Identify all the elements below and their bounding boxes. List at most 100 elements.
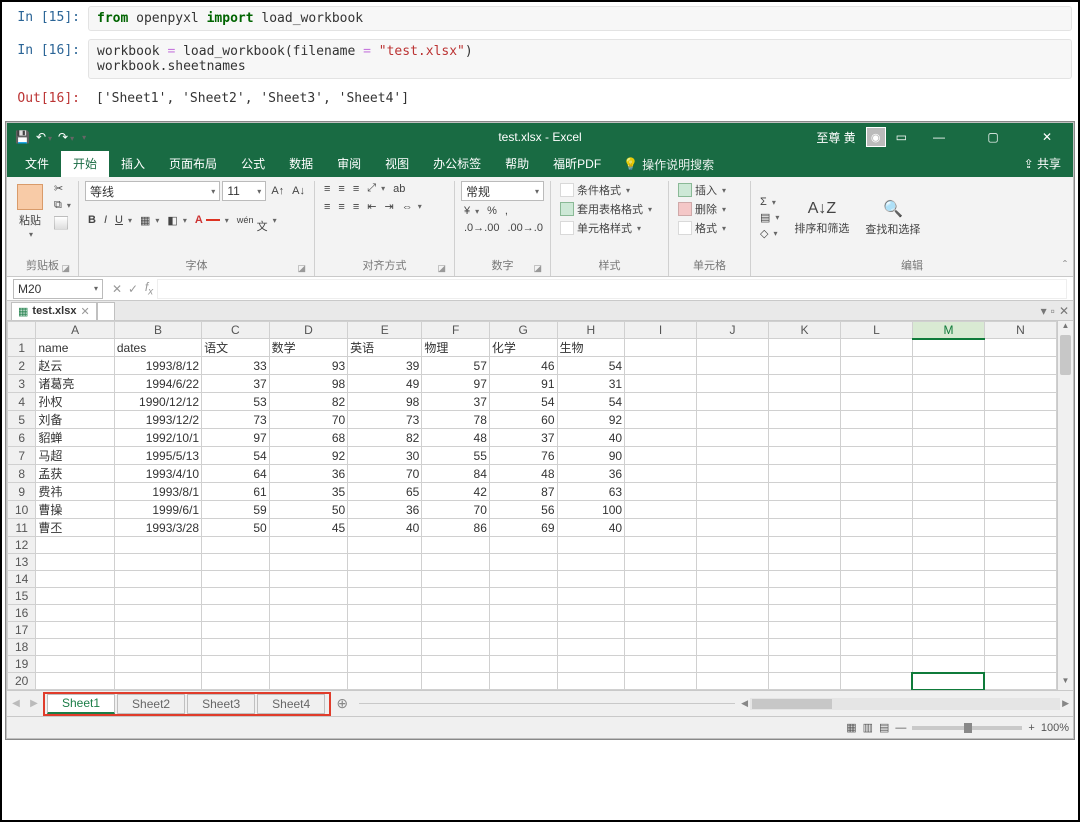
scrollbar-thumb[interactable] [1060, 335, 1071, 375]
cell[interactable]: dates [114, 339, 201, 357]
cell[interactable]: 54 [557, 357, 625, 375]
fx-icon[interactable]: fx [141, 280, 157, 297]
cell[interactable] [984, 519, 1056, 537]
column-header[interactable]: L [841, 322, 913, 339]
cell[interactable] [697, 554, 769, 571]
wrap-text-button[interactable]: ab [390, 182, 408, 196]
column-header[interactable]: B [114, 322, 201, 339]
cell[interactable] [36, 656, 115, 673]
format-painter-button[interactable] [51, 215, 74, 231]
cell[interactable]: 100 [557, 501, 625, 519]
cell[interactable] [202, 639, 270, 656]
cell[interactable]: 61 [202, 483, 270, 501]
cell[interactable] [625, 588, 697, 605]
minimize-button[interactable]: — [917, 123, 961, 151]
cell[interactable] [984, 571, 1056, 588]
cell[interactable]: 1992/10/1 [114, 429, 201, 447]
cell[interactable] [912, 622, 984, 639]
cell[interactable] [625, 357, 697, 375]
column-header[interactable]: E [348, 322, 422, 339]
cell[interactable] [422, 622, 490, 639]
column-header[interactable]: G [489, 322, 557, 339]
row-header[interactable]: 6 [8, 429, 36, 447]
tabstrip-max-icon[interactable]: ▫ [1051, 304, 1055, 318]
collapse-ribbon-icon[interactable]: ˆ [1063, 258, 1067, 272]
cell[interactable] [557, 537, 625, 554]
clipboard-launcher-icon[interactable]: ◪ [61, 263, 70, 274]
save-icon[interactable]: 💾 [15, 130, 30, 144]
cell[interactable] [625, 622, 697, 639]
cell[interactable] [625, 429, 697, 447]
cell[interactable]: 70 [269, 411, 348, 429]
cell[interactable] [912, 429, 984, 447]
cell[interactable] [769, 571, 841, 588]
cell[interactable] [625, 483, 697, 501]
cell[interactable]: 1993/12/2 [114, 411, 201, 429]
cell[interactable] [697, 656, 769, 673]
cell[interactable] [489, 639, 557, 656]
cell[interactable] [984, 339, 1056, 357]
increase-indent-button[interactable]: ⇥ [381, 199, 396, 214]
sheet-tab[interactable]: Sheet3 [187, 694, 255, 714]
row-header[interactable]: 18 [8, 639, 36, 656]
cell[interactable] [625, 605, 697, 622]
cell[interactable] [984, 501, 1056, 519]
sheet-tab[interactable]: Sheet4 [257, 694, 325, 714]
cell[interactable] [202, 673, 270, 690]
autosum-button[interactable]: Σ▾ [757, 195, 782, 209]
tab-foxit[interactable]: 福昕PDF [541, 151, 613, 177]
cell[interactable] [697, 375, 769, 393]
cell[interactable]: 53 [202, 393, 270, 411]
cell[interactable]: 63 [557, 483, 625, 501]
tabstrip-close-icon[interactable]: ✕ [1059, 304, 1069, 318]
cell[interactable] [114, 622, 201, 639]
decrease-font-button[interactable]: A↓ [289, 184, 308, 198]
cell[interactable] [841, 375, 913, 393]
cell[interactable]: 39 [348, 357, 422, 375]
cell[interactable]: 69 [489, 519, 557, 537]
cell[interactable] [769, 357, 841, 375]
cell[interactable] [912, 537, 984, 554]
formula-input[interactable] [157, 279, 1067, 299]
cell[interactable] [36, 622, 115, 639]
row-header[interactable]: 15 [8, 588, 36, 605]
cell[interactable]: 36 [348, 501, 422, 519]
cell[interactable]: 50 [202, 519, 270, 537]
cell[interactable]: 刘备 [36, 411, 115, 429]
cell[interactable]: 54 [557, 393, 625, 411]
cell[interactable] [984, 447, 1056, 465]
cell[interactable] [489, 571, 557, 588]
cell[interactable] [625, 411, 697, 429]
cell[interactable]: 49 [348, 375, 422, 393]
cell[interactable] [769, 393, 841, 411]
fill-button[interactable]: ▤▾ [757, 210, 782, 225]
cancel-formula-icon[interactable]: ✕ [109, 282, 125, 296]
cell[interactable] [984, 588, 1056, 605]
clear-button[interactable]: ◇▾ [757, 226, 782, 241]
cell[interactable] [769, 465, 841, 483]
column-header[interactable]: J [697, 322, 769, 339]
cell[interactable] [36, 554, 115, 571]
cell[interactable]: 84 [422, 465, 490, 483]
page-break-view-icon[interactable]: ▤ [879, 721, 889, 734]
cell[interactable] [114, 588, 201, 605]
redo-icon[interactable]: ↷▾ [58, 130, 74, 144]
cell[interactable]: 73 [202, 411, 270, 429]
cell[interactable]: 孙权 [36, 393, 115, 411]
cell[interactable] [984, 393, 1056, 411]
cell[interactable]: 64 [202, 465, 270, 483]
cell[interactable]: 48 [422, 429, 490, 447]
align-middle-button[interactable]: ≡ [335, 182, 347, 196]
find-select-button[interactable]: 🔍 查找和选择 [861, 196, 924, 240]
tab-review[interactable]: 审阅 [325, 151, 373, 177]
hscroll-left-icon[interactable]: ◀ [741, 698, 748, 709]
cell[interactable] [912, 393, 984, 411]
cell[interactable] [984, 375, 1056, 393]
font-color-button[interactable]: A▾ [192, 213, 232, 227]
cell[interactable] [489, 622, 557, 639]
zoom-slider[interactable] [912, 726, 1022, 730]
cell[interactable] [841, 571, 913, 588]
cell[interactable] [202, 588, 270, 605]
cell[interactable]: 英语 [348, 339, 422, 357]
cell[interactable] [984, 483, 1056, 501]
